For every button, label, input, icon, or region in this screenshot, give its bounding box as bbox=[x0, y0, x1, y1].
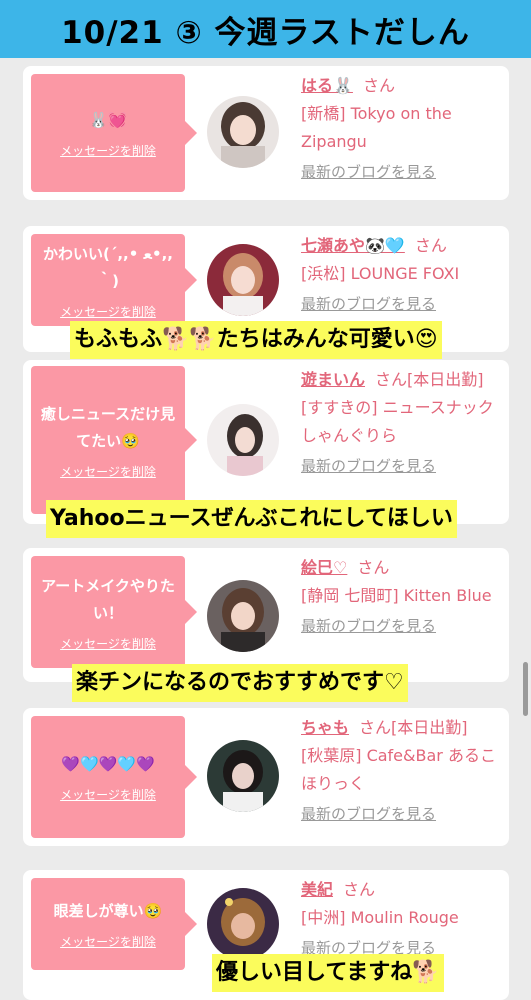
cast-name-link[interactable]: 絵巳♡ bbox=[301, 558, 347, 577]
message-text: かわいい(´,,• ﻌ•,,｀) bbox=[42, 244, 173, 290]
shop-info: [浜松] LOUNGE FOXI bbox=[301, 264, 460, 283]
cast-info: はる🐰 さん [新橋] Tokyo on the Zipangu 最新のブログを見… bbox=[301, 72, 499, 186]
avatar[interactable] bbox=[207, 244, 279, 316]
message-bubble: 眼差しが尊い🥹 メッセージを削除 bbox=[31, 878, 197, 970]
cast-name-link[interactable]: 美紀 bbox=[301, 880, 333, 899]
scrollbar[interactable] bbox=[523, 662, 528, 716]
latest-blog-link[interactable]: 最新のブログを見る bbox=[301, 612, 499, 640]
cast-name-link[interactable]: ちゃも bbox=[301, 718, 349, 737]
caption-overlay: 優しい目してますね🐕 bbox=[212, 954, 444, 992]
latest-blog-link[interactable]: 最新のブログを見る bbox=[301, 290, 499, 318]
cast-info: 美紀 さん [中洲] Moulin Rouge 最新のブログを見る bbox=[301, 876, 499, 962]
message-text: アートメイクやりたい！ bbox=[41, 576, 175, 622]
cast-honorific: さん bbox=[357, 558, 390, 577]
shop-info: [中洲] Moulin Rouge bbox=[301, 908, 459, 927]
page-title: 10/21 ③ 今週ラストだしん bbox=[61, 14, 470, 51]
message-card: アートメイクやりたい！ メッセージを削除 絵巳♡ さん [静岡 七間町] Kitt… bbox=[23, 548, 509, 682]
message-text: 🐰💓 bbox=[89, 111, 127, 129]
message-text: 癒しニュースだけ見てたい🥹 bbox=[40, 404, 176, 450]
caption-overlay: Yahooニュースぜんぶこれにしてほしい bbox=[46, 500, 457, 538]
shop-info: [すすきの] ニュースナックしゃんぐりら bbox=[301, 398, 494, 445]
avatar[interactable] bbox=[207, 96, 279, 168]
latest-blog-link[interactable]: 最新のブログを見る bbox=[301, 452, 499, 480]
cast-name-link[interactable]: はる🐰 bbox=[301, 76, 353, 95]
caption-overlay: もふもふ🐕🐕たちはみんな可愛い😍 bbox=[70, 321, 442, 359]
message-bubble: 🐰💓 メッセージを削除 bbox=[31, 74, 197, 192]
cast-info: 絵巳♡ さん [静岡 七間町] Kitten Blue 最新のブログを見る bbox=[301, 554, 499, 640]
delete-message-link[interactable]: メッセージを削除 bbox=[60, 142, 156, 159]
avatar[interactable] bbox=[207, 580, 279, 652]
latest-blog-link[interactable]: 最新のブログを見る bbox=[301, 158, 499, 186]
message-text: 眼差しが尊い🥹 bbox=[53, 902, 163, 920]
header-banner: 10/21 ③ 今週ラストだしん bbox=[0, 0, 531, 58]
latest-blog-link[interactable]: 最新のブログを見る bbox=[301, 800, 499, 828]
message-bubble: 癒しニュースだけ見てたい🥹 メッセージを削除 bbox=[31, 366, 197, 514]
delete-message-link[interactable]: メッセージを削除 bbox=[60, 303, 156, 320]
delete-message-link[interactable]: メッセージを削除 bbox=[60, 463, 156, 480]
cast-info: 七瀬あや🐼🩵 さん [浜松] LOUNGE FOXI 最新のブログを見る bbox=[301, 232, 499, 318]
message-bubble: 💜🩵💜🩵💜 メッセージを削除 bbox=[31, 716, 197, 838]
delete-message-link[interactable]: メッセージを削除 bbox=[60, 933, 156, 950]
cast-info: 遊まいん さん[本日出勤] [すすきの] ニュースナックしゃんぐりら 最新のブログ… bbox=[301, 366, 499, 480]
avatar[interactable] bbox=[207, 404, 279, 476]
message-bubble: かわいい(´,,• ﻌ•,,｀) メッセージを削除 bbox=[31, 234, 197, 326]
message-card: 💜🩵💜🩵💜 メッセージを削除 ちゃも さん[本日出勤] [秋葉原] Cafe&Ba… bbox=[23, 708, 509, 846]
cast-info: ちゃも さん[本日出勤] [秋葉原] Cafe&Bar あるこほりっく 最新のブロ… bbox=[301, 714, 499, 828]
delete-message-link[interactable]: メッセージを削除 bbox=[60, 635, 156, 652]
cast-name-link[interactable]: 七瀬あや🐼🩵 bbox=[301, 236, 405, 255]
shop-info: [新橋] Tokyo on the Zipangu bbox=[301, 104, 452, 151]
shop-info: [秋葉原] Cafe&Bar あるこほりっく bbox=[301, 746, 496, 793]
avatar[interactable] bbox=[207, 740, 279, 812]
avatar[interactable] bbox=[207, 888, 279, 960]
message-text: 💜🩵💜🩵💜 bbox=[61, 755, 155, 773]
message-bubble: アートメイクやりたい！ メッセージを削除 bbox=[31, 556, 197, 668]
caption-overlay: 楽チンになるのでおすすめです♡ bbox=[72, 664, 408, 702]
cast-honorific: さん[本日出勤] bbox=[359, 718, 468, 737]
shop-info: [静岡 七間町] Kitten Blue bbox=[301, 586, 492, 605]
cast-honorific: さん bbox=[414, 236, 447, 255]
delete-message-link[interactable]: メッセージを削除 bbox=[60, 786, 156, 803]
message-card: 🐰💓 メッセージを削除 はる🐰 さん [新橋] Tokyo on the Zipa… bbox=[23, 66, 509, 200]
cast-name-link[interactable]: 遊まいん bbox=[301, 370, 365, 389]
cast-honorific: さん bbox=[343, 880, 376, 899]
cast-honorific: さん bbox=[362, 76, 395, 95]
cast-honorific: さん[本日出勤] bbox=[375, 370, 484, 389]
